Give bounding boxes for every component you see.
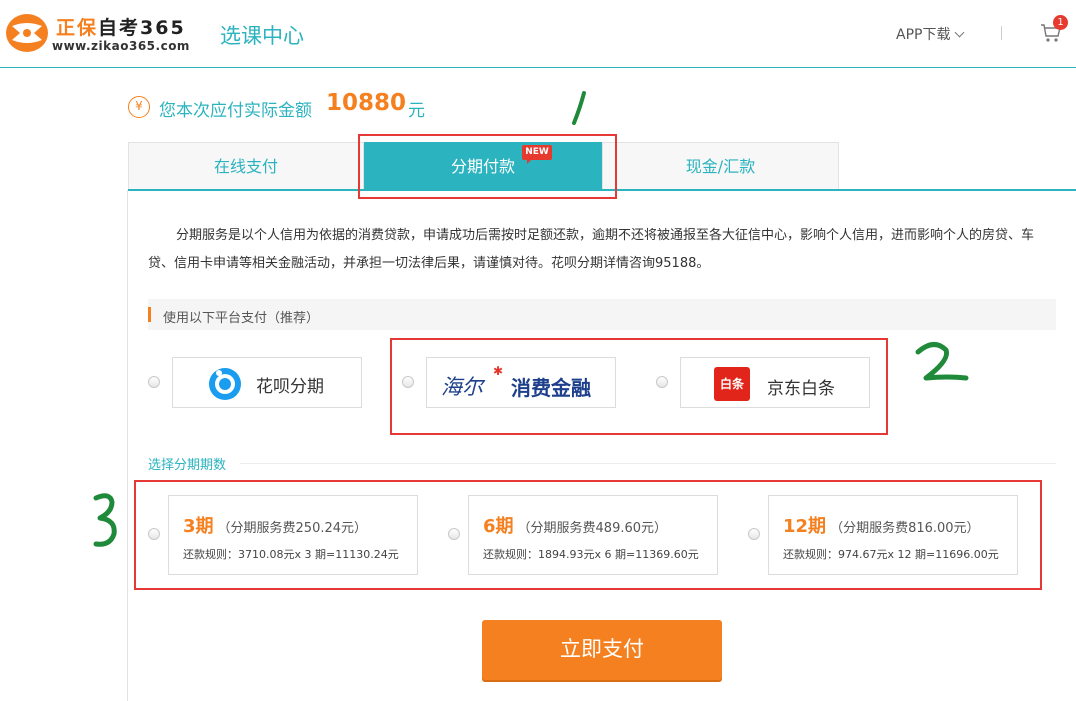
yen-icon: ¥	[128, 96, 150, 118]
haier-logo-subtext: 消费金融	[511, 376, 591, 400]
new-badge: NEW	[522, 145, 552, 164]
huabei-label: 花呗分期	[256, 377, 324, 397]
radio-haier[interactable]	[402, 376, 414, 388]
plan-6-fee: （分期服务费489.60元）	[517, 521, 668, 536]
amount-label: 您本次应付实际金额	[159, 101, 312, 121]
annotation-number-3-mark	[93, 493, 117, 547]
logo-brand-part1: 正保	[56, 17, 99, 39]
radio-plan-12[interactable]	[748, 528, 760, 540]
plan-12-rule: 还款规则：974.67元x 12 期=11696.00元	[783, 548, 999, 561]
annotation-number-1-mark	[572, 91, 586, 125]
annotation-number-2-mark	[915, 342, 969, 381]
period-heading-divider	[240, 463, 1056, 464]
installment-description: 分期服务是以个人信用为依据的消费贷款，申请成功后需按时足额还款，逾期不还将被通报…	[148, 228, 1035, 271]
platform-option-haier[interactable]: 海尔 ✱ 消费金融	[426, 357, 616, 408]
plan-6-rule: 还款规则：1894.93元x 6 期=11369.60元	[483, 548, 699, 561]
pay-now-button[interactable]: 立即支付	[482, 620, 722, 680]
haier-logo-text: 海尔	[441, 375, 483, 399]
plan-6-title: 6期 （分期服务费489.60元）	[483, 512, 667, 538]
amount-value: 10880	[326, 90, 407, 116]
top-header: 正保自考365 www.zikao365.com 选课中心 APP下载 1	[0, 0, 1076, 68]
period-heading: 选择分期期数	[148, 458, 227, 473]
platform-option-jd-baitiao[interactable]: 白条 京东白条	[680, 357, 870, 408]
tabs-underline	[128, 189, 1076, 191]
jd-baitiao-icon: 白条	[714, 367, 750, 401]
radio-plan-6[interactable]	[448, 528, 460, 540]
zikao365-logo-icon[interactable]	[4, 12, 50, 54]
platform-heading: 使用以下平台支付（推荐）	[148, 299, 1056, 330]
plan-option-3[interactable]: 3期 （分期服务费250.24元） 还款规则：3710.08元x 3 期=1113…	[168, 495, 418, 575]
app-download-label: APP下载	[896, 27, 951, 43]
plan-6-name: 6期	[483, 516, 514, 537]
plan-3-fee: （分期服务费250.24元）	[217, 521, 368, 536]
plan-option-12[interactable]: 12期 （分期服务费816.00元） 还款规则：974.67元x 12 期=116…	[768, 495, 1018, 575]
tab-online-payment[interactable]: 在线支付	[128, 142, 364, 189]
radio-plan-3[interactable]	[148, 528, 160, 540]
platform-option-huabei[interactable]: 花呗分期	[172, 357, 362, 408]
plan-12-title: 12期 （分期服务费816.00元）	[783, 512, 980, 538]
radio-jd-baitiao[interactable]	[656, 376, 668, 388]
logo-url: www.zikao365.com	[52, 39, 190, 53]
cart-count-badge: 1	[1053, 15, 1068, 30]
plan-3-rule: 还款规则：3710.08元x 3 期=11130.24元	[183, 548, 399, 561]
plan-option-6[interactable]: 6期 （分期服务费489.60元） 还款规则：1894.93元x 6 期=1136…	[468, 495, 718, 575]
page-title: 选课中心	[220, 24, 304, 48]
plan-3-title: 3期 （分期服务费250.24元）	[183, 512, 367, 538]
tab-cash-remittance[interactable]: 现金/汇款	[602, 142, 839, 189]
plan-3-name: 3期	[183, 516, 214, 537]
logo-brand-part2: 自考365	[98, 17, 186, 39]
heading-accent-bar	[148, 307, 151, 322]
plan-12-fee: （分期服务费816.00元）	[830, 521, 980, 536]
chevron-down-icon	[955, 27, 965, 38]
header-divider	[1001, 26, 1002, 40]
plan-12-name: 12期	[783, 516, 827, 537]
logo-brand-text[interactable]: 正保自考365	[56, 13, 186, 40]
amount-unit: 元	[408, 101, 425, 121]
app-download-menu[interactable]: APP下载	[896, 24, 965, 44]
haier-consumer-finance-logo: 海尔 ✱ 消费金融	[433, 364, 611, 404]
radio-huabei[interactable]	[148, 376, 160, 388]
huabei-icon	[209, 368, 241, 400]
tab-installment[interactable]: 分期付款	[364, 142, 602, 189]
content-left-border	[127, 190, 128, 701]
haier-logo-mark: ✱	[493, 364, 504, 378]
platform-heading-text: 使用以下平台支付（推荐）	[163, 311, 320, 326]
jd-baitiao-label: 京东白条	[767, 379, 835, 399]
